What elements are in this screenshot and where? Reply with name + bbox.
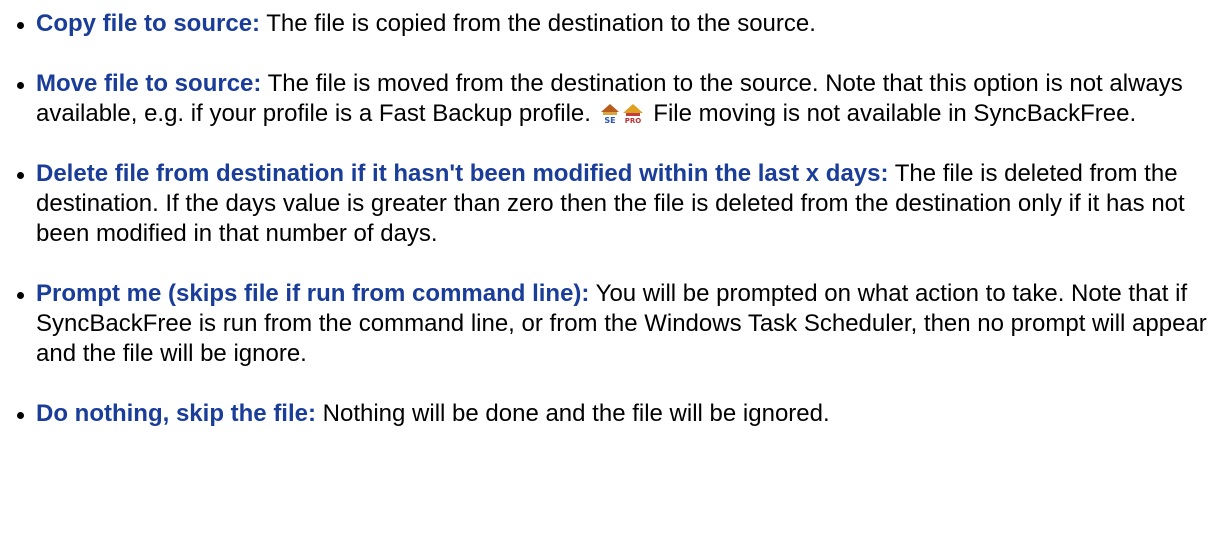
options-list: Copy file to source: The file is copied …: [0, 9, 1227, 429]
svg-text:SE: SE: [604, 116, 615, 124]
option-term: Prompt me (skips file if run from comman…: [36, 280, 590, 307]
pro-edition-icon: PRO: [622, 104, 643, 124]
option-description: Nothing will be done and the file will b…: [315, 400, 830, 427]
option-delete-file-from-destination: Delete file from destination if it hasn'…: [0, 159, 1227, 249]
option-description-continued: File moving is not available in SyncBack…: [646, 100, 1137, 127]
edition-icons: SE PRO: [599, 102, 645, 124]
se-edition-icon: SE: [600, 104, 619, 124]
option-term: Move file to source:: [36, 70, 262, 97]
option-prompt-me: Prompt me (skips file if run from comman…: [0, 279, 1227, 369]
option-copy-file-to-source: Copy file to source: The file is copied …: [0, 9, 1227, 39]
option-description: The file is copied from the destination …: [260, 10, 816, 37]
option-term: Copy file to source:: [36, 10, 261, 37]
option-do-nothing: Do nothing, skip the file: Nothing will …: [0, 399, 1227, 429]
svg-text:PRO: PRO: [624, 117, 641, 124]
option-term: Do nothing, skip the file:: [36, 400, 316, 427]
option-move-file-to-source: Move file to source: The file is moved f…: [0, 69, 1227, 129]
option-term: Delete file from destination if it hasn'…: [36, 160, 889, 187]
